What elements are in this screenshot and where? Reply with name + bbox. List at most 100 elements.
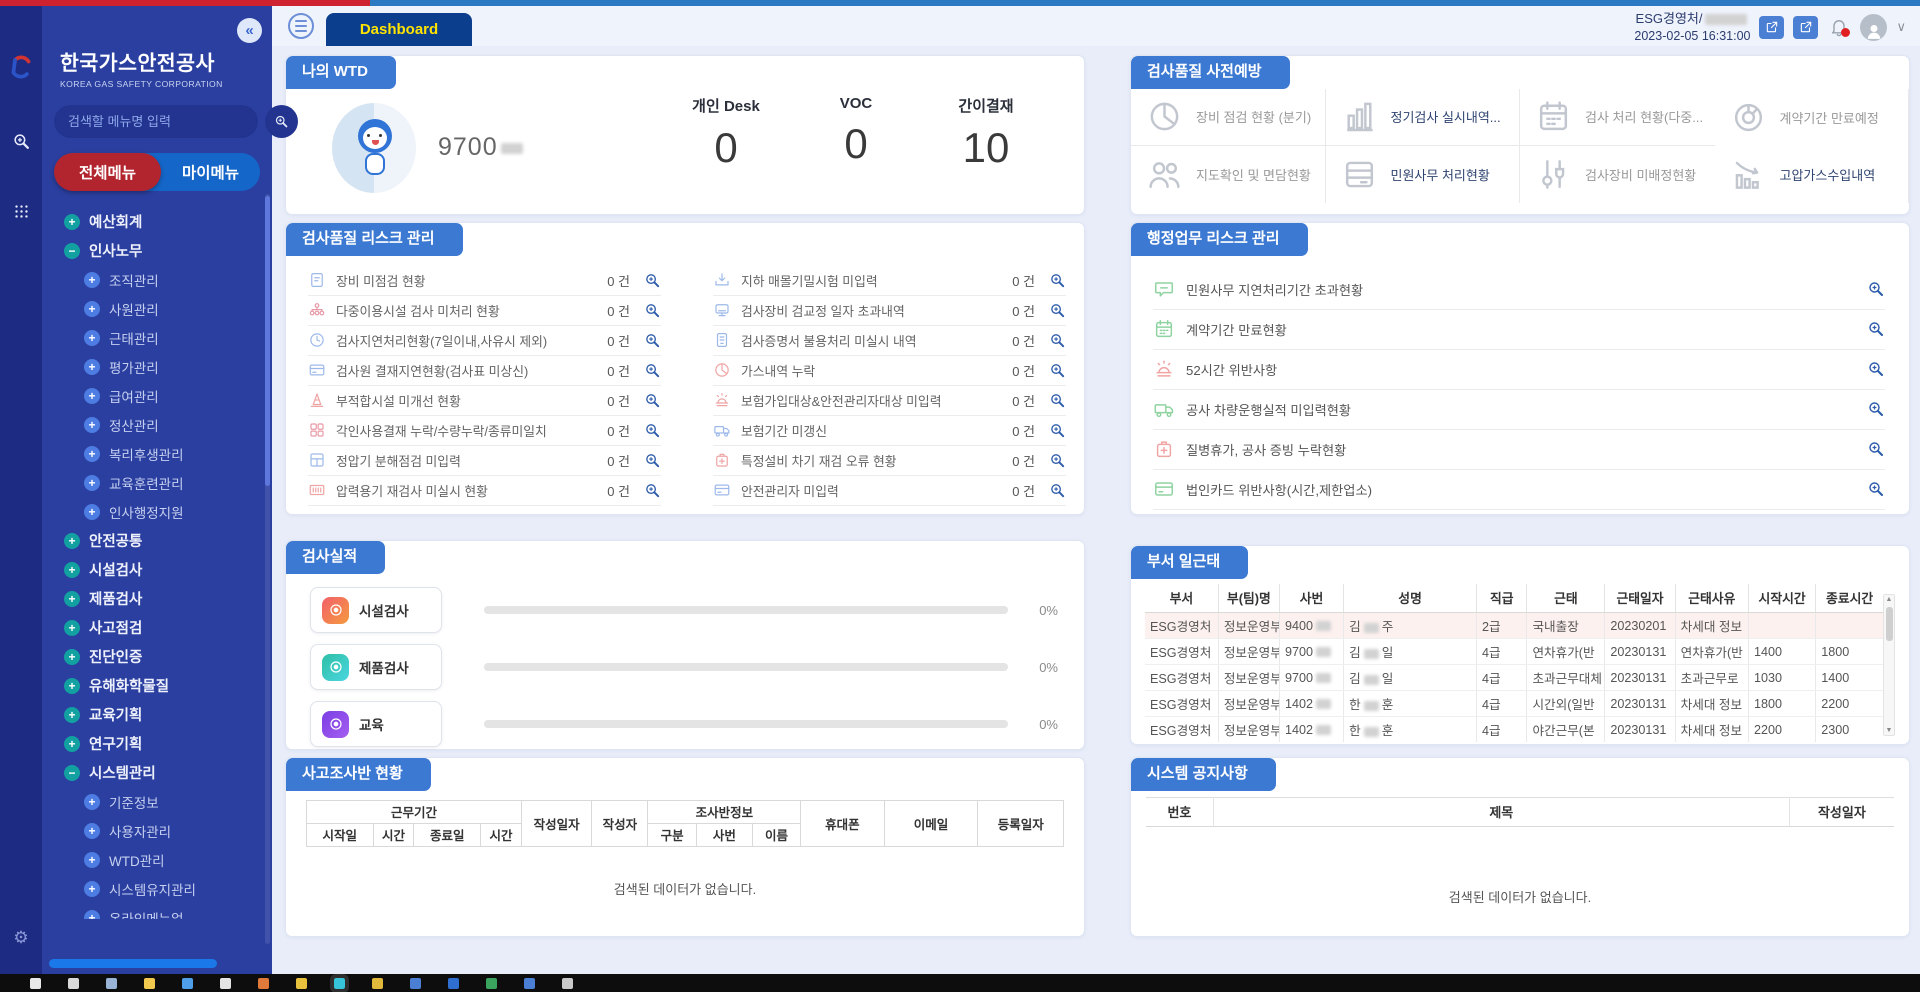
expand-toggle-icon[interactable]: + — [64, 707, 80, 723]
sidebar-menu-item[interactable]: + WTD관리 — [42, 845, 272, 874]
expand-toggle-icon[interactable]: + — [84, 417, 100, 433]
magnifier-icon[interactable] — [1049, 302, 1066, 319]
taskbar-app-icon[interactable] — [258, 978, 269, 989]
expand-toggle-icon[interactable]: + — [64, 649, 80, 665]
taskbar-app-icon[interactable] — [30, 978, 41, 989]
taskbar-app-icon[interactable] — [410, 978, 421, 989]
taskbar-app-icon[interactable] — [144, 978, 155, 989]
magnifier-icon[interactable] — [644, 332, 661, 349]
tab-my-menu[interactable]: 마이메뉴 — [161, 153, 260, 191]
table-vertical-scrollbar[interactable]: ▲ ▼ — [1883, 594, 1895, 736]
table-row[interactable]: ESG경영처 정보운영부 1402 한훈 4급 시간외(일반 20230131 … — [1145, 691, 1883, 717]
expand-toggle-icon[interactable]: + — [84, 910, 100, 920]
magnifier-icon[interactable] — [644, 482, 661, 499]
expand-toggle-icon[interactable]: − — [64, 243, 80, 259]
sidebar-collapse-button[interactable]: « — [237, 18, 262, 43]
column-header[interactable]: 종료시간 — [1816, 584, 1883, 613]
prevention-tile[interactable]: 검사 처리 현황(다중... — [1520, 89, 1715, 146]
expand-toggle-icon[interactable]: + — [64, 533, 80, 549]
stat-value[interactable]: 0 — [690, 124, 762, 172]
expand-toggle-icon[interactable]: + — [64, 591, 80, 607]
sidebar-menu-item[interactable]: + 연구기획 — [42, 729, 272, 758]
magnifier-icon[interactable] — [1867, 360, 1885, 378]
sidebar-menu-item[interactable]: + 진단인증 — [42, 642, 272, 671]
scroll-down-arrow[interactable]: ▼ — [1884, 727, 1894, 734]
taskbar-app-icon[interactable] — [562, 978, 573, 989]
sidebar-menu-item[interactable]: + 온라인메뉴얼 — [42, 903, 272, 919]
sidebar-menu-item[interactable]: + 근태관리 — [42, 323, 272, 352]
sidebar-menu-item[interactable]: + 급여관리 — [42, 381, 272, 410]
expand-toggle-icon[interactable]: + — [64, 214, 80, 230]
sidebar-menu-item[interactable]: + 예산회계 — [42, 207, 272, 236]
prevention-tile[interactable]: 계약기간 만료예정 — [1715, 89, 1910, 146]
performance-category-button[interactable]: 교육 — [310, 701, 442, 747]
expand-toggle-icon[interactable]: + — [64, 562, 80, 578]
expand-toggle-icon[interactable]: + — [84, 446, 100, 462]
sidebar-menu-item[interactable]: + 제품검사 — [42, 584, 272, 613]
expand-toggle-icon[interactable]: + — [84, 823, 100, 839]
magnifier-icon[interactable] — [1867, 280, 1885, 298]
sidebar-vertical-scrollbar[interactable] — [265, 194, 270, 944]
prevention-tile[interactable]: 고압가스수입내역 — [1715, 146, 1910, 203]
performance-category-button[interactable]: 시설검사 — [310, 587, 442, 633]
expand-toggle-icon[interactable]: + — [84, 388, 100, 404]
expand-toggle-icon[interactable]: + — [84, 330, 100, 346]
taskbar-app-icon[interactable] — [448, 978, 459, 989]
column-header[interactable]: 성명 — [1344, 584, 1477, 613]
magnifier-icon[interactable] — [644, 422, 661, 439]
expand-toggle-icon[interactable]: + — [64, 620, 80, 636]
taskbar-app-icon[interactable] — [182, 978, 193, 989]
prevention-tile[interactable]: 지도확인 및 면담현황 — [1131, 146, 1326, 203]
hamburger-menu-icon[interactable] — [288, 13, 314, 39]
taskbar-app-icon[interactable] — [486, 978, 497, 989]
magnifier-icon[interactable] — [1049, 392, 1066, 409]
scrollbar-thumb[interactable] — [265, 196, 270, 486]
expand-toggle-icon[interactable]: + — [64, 678, 80, 694]
magnifier-icon[interactable] — [1049, 362, 1066, 379]
sidebar-menu-item[interactable]: + 평가관리 — [42, 352, 272, 381]
menu-search-input[interactable] — [54, 105, 258, 138]
expand-toggle-icon[interactable]: + — [64, 736, 80, 752]
magnifier-icon[interactable] — [1867, 320, 1885, 338]
column-header[interactable]: 사번 — [1279, 584, 1343, 613]
magnifier-icon[interactable] — [1049, 452, 1066, 469]
expand-toggle-icon[interactable]: + — [84, 881, 100, 897]
magnifier-icon[interactable] — [1867, 480, 1885, 498]
expand-toggle-icon[interactable]: + — [84, 504, 100, 520]
stat-value[interactable]: 10 — [950, 124, 1022, 172]
magnifier-icon[interactable] — [1049, 272, 1066, 289]
magnifier-icon[interactable] — [644, 272, 661, 289]
expand-toggle-icon[interactable]: + — [84, 852, 100, 868]
prevention-tile[interactable]: 장비 점검 현황 (분기) — [1131, 89, 1326, 146]
magnifier-icon[interactable] — [644, 452, 661, 469]
sidebar-menu-item[interactable]: + 인사행정지원 — [42, 497, 272, 526]
sidebar-menu-item[interactable]: + 기준정보 — [42, 787, 272, 816]
sidebar-menu-item[interactable]: − 인사노무 — [42, 236, 272, 265]
taskbar-app-icon[interactable] — [334, 978, 345, 989]
magnifier-icon[interactable] — [644, 302, 661, 319]
notifications-button[interactable] — [1827, 15, 1851, 39]
tab-all-menu[interactable]: 전체메뉴 — [54, 153, 161, 191]
performance-category-button[interactable]: 제품검사 — [310, 644, 442, 690]
sidebar-horizontal-scrollbar[interactable] — [49, 959, 217, 968]
column-header[interactable]: 근태사유 — [1675, 584, 1748, 613]
taskbar-app-icon[interactable] — [106, 978, 117, 989]
menu-search-button[interactable] — [265, 105, 298, 138]
column-header[interactable]: 근태일자 — [1605, 584, 1675, 613]
expand-toggle-icon[interactable]: + — [84, 475, 100, 491]
taskbar-app-icon[interactable] — [296, 978, 307, 989]
taskbar-app-icon[interactable] — [524, 978, 535, 989]
stat-value[interactable]: 0 — [820, 120, 892, 168]
magnifier-icon[interactable] — [1049, 332, 1066, 349]
chevron-down-icon[interactable]: ∨ — [1896, 19, 1906, 35]
column-header[interactable]: 부(팀)명 — [1218, 584, 1279, 613]
scroll-up-arrow[interactable]: ▲ — [1884, 596, 1894, 603]
magnifier-icon[interactable] — [644, 392, 661, 409]
column-header[interactable]: 직급 — [1477, 584, 1527, 613]
sidebar-menu-item[interactable]: + 교육기획 — [42, 700, 272, 729]
magnifier-icon[interactable] — [1867, 400, 1885, 418]
sidebar-menu-item[interactable]: + 교육훈련관리 — [42, 468, 272, 497]
magnifier-icon[interactable] — [644, 362, 661, 379]
sidebar-menu-item[interactable]: + 조직관리 — [42, 265, 272, 294]
tab-dashboard[interactable]: Dashboard — [326, 13, 472, 46]
